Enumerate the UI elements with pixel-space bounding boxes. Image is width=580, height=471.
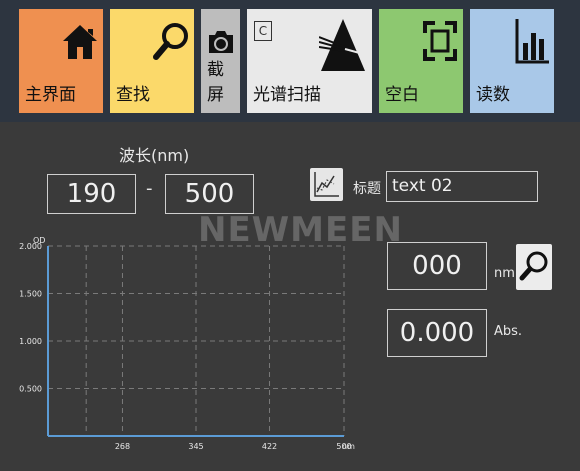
spectrum-scan-label: 光谱扫描	[253, 85, 321, 105]
home-button[interactable]: 主界面	[19, 9, 103, 113]
wavelength-value-input[interactable]: 000	[387, 242, 487, 290]
screenshot-label: 截屏	[207, 60, 224, 105]
locate-wavelength-button[interactable]	[516, 244, 552, 290]
spectrum-chart: OD nm 0.5001.0001.5002.000268 345 422 500	[19, 236, 355, 451]
title-input[interactable]: text 02	[386, 171, 538, 202]
absorbance-unit: Abs.	[494, 324, 523, 339]
camera-icon	[209, 31, 233, 53]
magnifier-icon	[519, 251, 548, 281]
home-icon	[63, 25, 97, 59]
scan-badge: C	[254, 21, 272, 41]
title-label: 标题	[353, 181, 381, 197]
range-separator: -	[146, 178, 153, 199]
y-tick-label: 2.000	[19, 242, 42, 251]
screenshot-button[interactable]: 截屏	[201, 9, 240, 113]
line-chart-icon	[314, 172, 339, 197]
spectrum-scan-button[interactable]: C 光谱扫描	[247, 9, 372, 113]
frame-icon	[423, 21, 457, 61]
find-label: 查找	[116, 85, 150, 105]
home-label: 主界面	[25, 85, 76, 105]
x-tick-label: 500	[336, 442, 351, 451]
wavelength-start-input[interactable]: 190	[47, 174, 136, 214]
read-label: 读数	[476, 85, 510, 105]
y-tick-label: 1.500	[19, 290, 42, 299]
blank-label: 空白	[385, 85, 419, 105]
absorbance-value: 0.000	[387, 309, 487, 357]
toolbar: 主界面 查找 截屏 C 光谱扫描 空白 读数	[0, 0, 580, 122]
prism-icon	[319, 19, 367, 71]
blank-button[interactable]: 空白	[379, 9, 463, 113]
y-tick-label: 1.000	[19, 337, 42, 346]
chart-settings-button[interactable]	[310, 168, 343, 201]
bar-chart-icon	[515, 19, 549, 64]
read-button[interactable]: 读数	[470, 9, 554, 113]
wavelength-title: 波长(nm)	[119, 146, 190, 165]
x-tick-label: 345	[188, 442, 203, 451]
x-tick-label: 268	[115, 442, 130, 451]
find-button[interactable]: 查找	[110, 9, 194, 113]
wavelength-end-input[interactable]: 500	[165, 174, 254, 214]
magnifier-icon	[153, 23, 188, 60]
x-tick-label: 422	[262, 442, 277, 451]
wavelength-unit: nm	[494, 266, 515, 281]
y-tick-label: 0.500	[19, 385, 42, 394]
